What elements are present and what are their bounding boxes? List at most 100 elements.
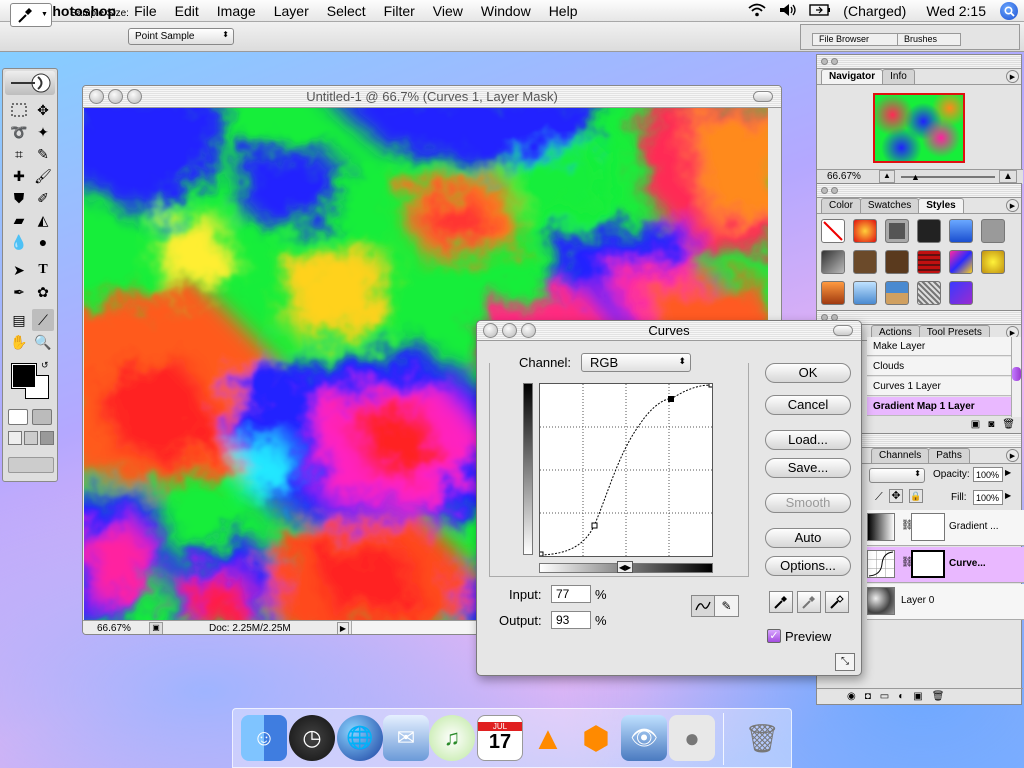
pencil-tool-icon[interactable]: ✎	[715, 596, 738, 616]
history-state[interactable]: Curves 1 Layer	[867, 377, 1013, 396]
style-swatch[interactable]	[853, 281, 877, 305]
gradient-toggle-icon[interactable]: ◀▶	[617, 561, 633, 573]
trash-icon[interactable]: 🗑	[739, 715, 785, 761]
preview-checkbox[interactable]: ✓	[767, 629, 781, 643]
curve-point[interactable]	[708, 382, 714, 388]
blend-mode-select[interactable]: ⬍	[869, 468, 925, 483]
save-button[interactable]: Save...	[765, 458, 851, 478]
curves-titlebar[interactable]: Curves	[477, 321, 861, 341]
opacity-arrow-icon[interactable]: ▶	[1005, 468, 1011, 477]
add-mask-icon[interactable]: ◘	[865, 691, 871, 702]
swap-colors-icon[interactable]: ↺	[41, 360, 49, 371]
style-swatch[interactable]	[949, 250, 973, 274]
style-swatch[interactable]	[885, 219, 909, 243]
globe-icon[interactable]: 🌐	[337, 715, 383, 761]
spotlight-icon[interactable]	[1000, 2, 1018, 20]
style-swatch[interactable]	[821, 281, 845, 305]
volume-icon[interactable]	[773, 3, 803, 20]
smooth-button[interactable]: Smooth	[765, 493, 851, 513]
close-button[interactable]	[483, 323, 498, 338]
toolbar-toggle-button[interactable]	[753, 91, 773, 102]
type-tool-icon[interactable]: T	[32, 259, 54, 281]
slice-tool-icon[interactable]: ✎	[32, 143, 54, 165]
style-swatch[interactable]	[917, 219, 941, 243]
minimize-button[interactable]	[108, 89, 123, 104]
battery-icon[interactable]	[803, 3, 837, 19]
palette-close-button[interactable]	[821, 58, 828, 65]
layer-name[interactable]: Gradient ...	[949, 521, 998, 532]
eraser-tool-icon[interactable]: ▰	[8, 209, 30, 231]
blur-tool-icon[interactable]: 💧	[8, 231, 30, 253]
style-swatch[interactable]	[917, 250, 941, 274]
tab-swatches[interactable]: Swatches	[859, 198, 920, 213]
style-swatch[interactable]	[853, 219, 877, 243]
healing-brush-icon[interactable]: ✚	[8, 165, 30, 187]
paint-bucket-icon[interactable]: ◭	[32, 209, 54, 231]
history-scrollbar[interactable]	[1011, 337, 1021, 417]
quick-mask-toggle[interactable]	[8, 409, 54, 427]
new-snapshot-icon[interactable]: ◙	[988, 419, 994, 433]
palette-collapse-button[interactable]	[831, 58, 838, 65]
tab-paths[interactable]: Paths	[928, 448, 970, 463]
curve-smooth-tool-icon[interactable]	[692, 596, 716, 616]
style-none-swatch[interactable]	[821, 219, 845, 243]
brushes-tab[interactable]: Brushes	[897, 33, 961, 46]
style-swatch[interactable]	[821, 250, 845, 274]
itunes-icon[interactable]: ♫	[429, 715, 475, 761]
new-document-from-state-icon[interactable]: ▣	[971, 419, 980, 433]
menu-clock[interactable]: Wed 2:15	[912, 3, 992, 19]
load-button[interactable]: Load...	[765, 430, 851, 450]
menu-file[interactable]: File	[125, 0, 166, 22]
palette-header[interactable]	[817, 55, 1021, 69]
minimize-button[interactable]	[502, 323, 517, 338]
curve-point[interactable]	[538, 551, 544, 557]
palette-menu-icon[interactable]: ▶	[1006, 70, 1019, 83]
dodge-tool-icon[interactable]: ●	[32, 231, 54, 253]
style-swatch[interactable]	[885, 281, 909, 305]
delete-state-icon[interactable]: 🗑	[1002, 419, 1015, 433]
sample-size-select[interactable]: Point Sample ⬍	[128, 28, 234, 45]
menu-help[interactable]: Help	[540, 0, 587, 22]
zoom-in-icon[interactable]: ▲	[999, 170, 1017, 183]
clone-stamp-icon[interactable]: ⛊	[8, 187, 30, 209]
vlc-icon[interactable]: ▲	[525, 715, 571, 761]
layer-mask-thumbnail[interactable]	[911, 513, 945, 541]
style-swatch[interactable]	[981, 219, 1005, 243]
auto-button[interactable]: Auto	[765, 528, 851, 548]
zoom-out-icon[interactable]: ▲	[879, 170, 895, 183]
style-swatch[interactable]	[981, 250, 1005, 274]
lock-position-icon[interactable]: ✥	[889, 489, 903, 503]
palette-collapse-button[interactable]	[831, 187, 838, 194]
dashboard-icon[interactable]: ◷	[289, 715, 335, 761]
palette-menu-icon[interactable]: ▶	[1006, 199, 1019, 212]
tab-styles[interactable]: Styles	[918, 198, 964, 213]
history-brush-icon[interactable]: ✐	[32, 187, 54, 209]
hand-tool-icon[interactable]: ✋	[8, 331, 30, 353]
custom-shape-icon[interactable]: ✿	[32, 281, 54, 303]
opacity-input[interactable]: 100%	[973, 467, 1003, 482]
curve-graph[interactable]	[538, 382, 714, 557]
zoom-button[interactable]	[521, 323, 536, 338]
style-swatch[interactable]	[885, 250, 909, 274]
menu-edit[interactable]: Edit	[166, 0, 208, 22]
apple-icon[interactable]: ●	[669, 715, 715, 761]
expand-dialog-icon[interactable]: ⤡	[835, 653, 855, 671]
cancel-button[interactable]: Cancel	[765, 395, 851, 415]
tab-navigator[interactable]: Navigator	[821, 69, 884, 84]
style-swatch[interactable]	[917, 281, 941, 305]
palette-close-button[interactable]	[821, 187, 828, 194]
marquee-tool-icon[interactable]	[8, 99, 30, 121]
black-point-eyedropper-icon[interactable]	[769, 591, 793, 613]
close-button[interactable]	[89, 89, 104, 104]
move-tool-icon[interactable]: ✥	[32, 99, 54, 121]
new-adjustment-layer-icon[interactable]: ◐	[898, 691, 904, 702]
magic-wand-icon[interactable]: ✦	[32, 121, 54, 143]
layer-row[interactable]: Layer 0	[867, 584, 1024, 620]
style-swatch[interactable]	[949, 281, 973, 305]
doc-size-info[interactable]: Doc: 2.25M/2.25M	[209, 623, 291, 634]
layer-row[interactable]: ⛓ Gradient ...	[867, 510, 1024, 546]
layer-name[interactable]: Layer 0	[901, 595, 934, 606]
palette-menu-icon[interactable]: ▶	[1006, 449, 1019, 462]
layer-mask-thumbnail[interactable]	[911, 550, 945, 578]
layer-style-icon[interactable]: ◉	[847, 691, 856, 702]
